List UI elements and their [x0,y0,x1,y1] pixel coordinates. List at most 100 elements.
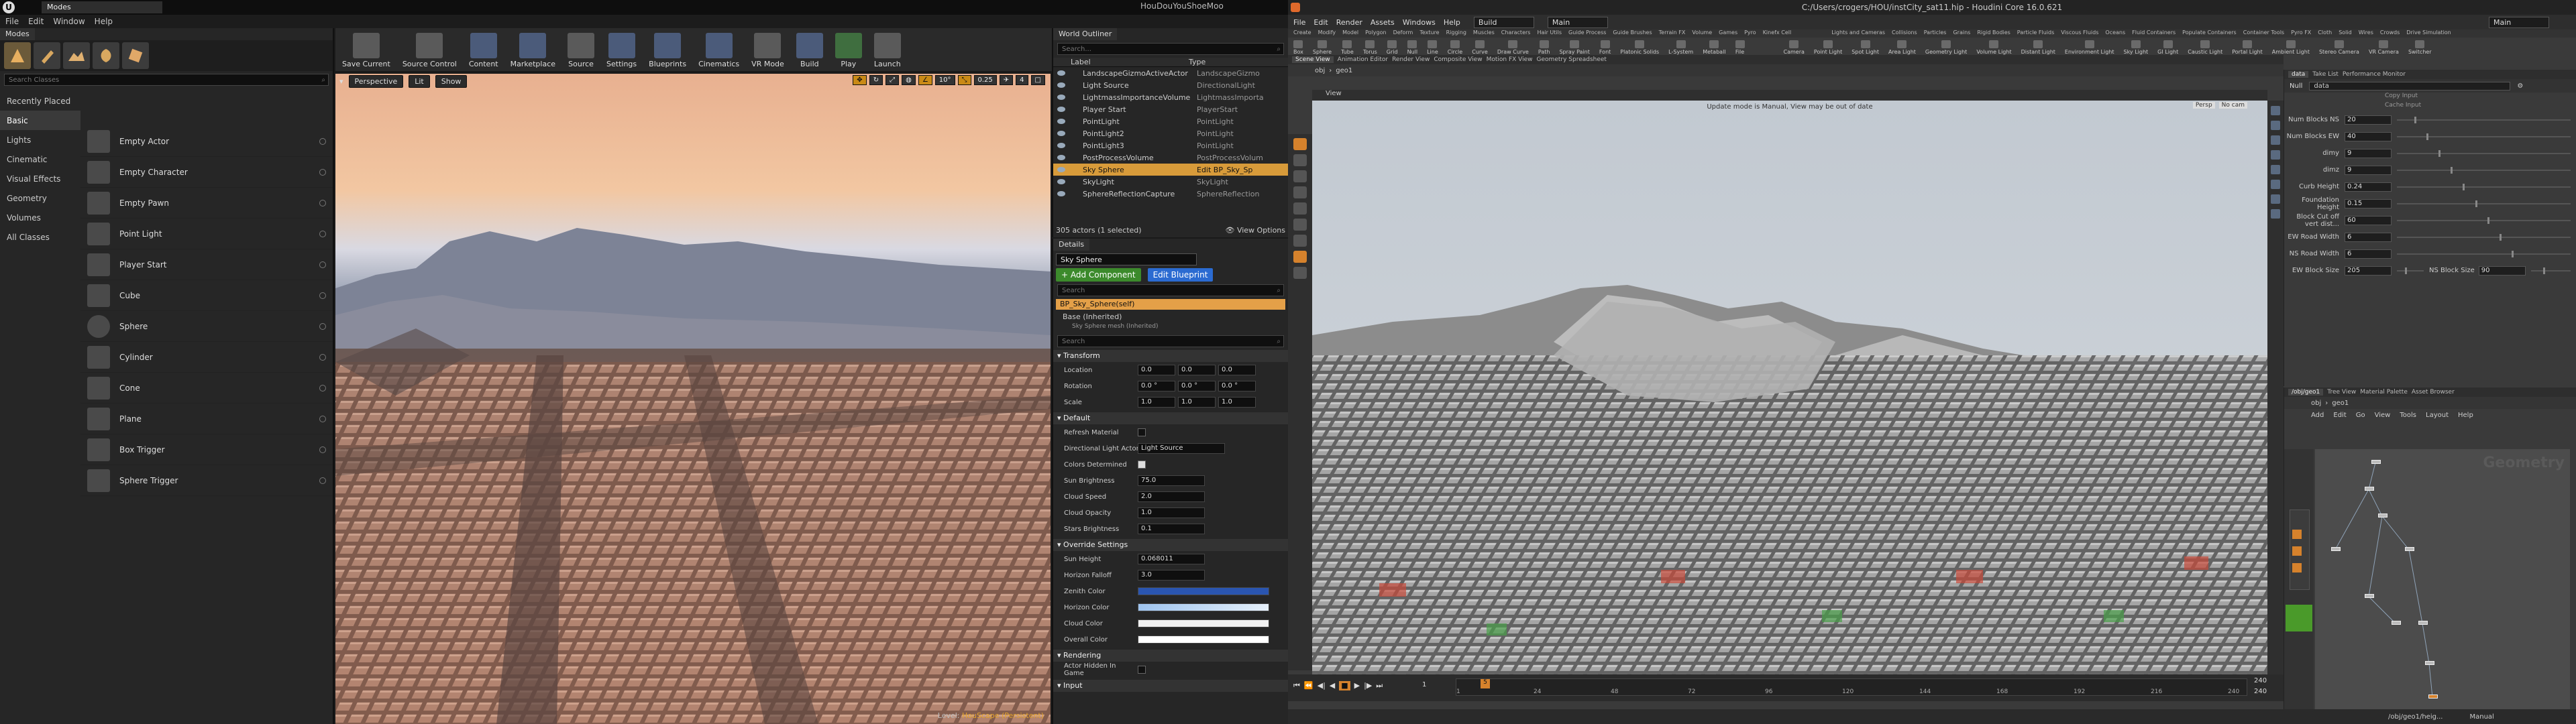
network-node[interactable] [2331,547,2341,551]
launch-button[interactable]: Launch [873,33,901,68]
outliner-search-input[interactable]: Search... ⌕ [1057,43,1284,55]
ns-block-slider[interactable] [2530,267,2571,274]
place-empty-actor[interactable]: Empty Actor [80,126,333,157]
light-tool[interactable]: Point Light [1814,40,1842,55]
section-input[interactable]: ▾ Input [1053,680,1288,692]
shelf-tool[interactable]: Path [1538,40,1550,55]
place-box-trigger[interactable]: Box Trigger [80,434,333,465]
category-recently-placed[interactable]: Recently Placed [0,91,80,111]
param-value-field[interactable]: 0.24 [2345,182,2392,192]
shelf-tool[interactable]: Font [1599,40,1611,55]
ew-block-slider[interactable] [2397,267,2424,274]
visibility-eye-icon[interactable] [1057,131,1065,136]
network-node[interactable] [2292,563,2302,572]
network-node[interactable] [2392,621,2401,625]
net-menu-edit[interactable]: Edit [2333,412,2346,419]
view-tool-icon[interactable] [1293,235,1307,247]
place-empty-character[interactable]: Empty Character [80,157,333,188]
ue-menu-help[interactable]: Help [95,17,113,26]
param-slider[interactable] [2397,183,2571,190]
net-tab-geo[interactable]: /obj/geo1 [2288,389,2324,396]
param-node-name[interactable]: data [2309,81,2511,90]
shelf-tool[interactable]: Box [1293,40,1303,55]
network-node[interactable] [2292,546,2302,556]
paint-mode-icon[interactable] [34,42,60,69]
details-search-input[interactable]: Search ⌕ [1057,335,1284,347]
geometry-mode-icon[interactable] [122,42,149,69]
shelf-tab[interactable]: Deform [1393,29,1413,38]
angle-snap-icon[interactable]: ∠ [918,75,932,85]
place-empty-pawn[interactable]: Empty Pawn [80,188,333,219]
normals-icon[interactable] [2271,180,2280,189]
shelf-tool[interactable]: L-System [1668,40,1693,55]
class-search-input[interactable]: Search Classes ⌕ [4,74,329,86]
network-node[interactable] [2292,530,2302,539]
net-menu-help[interactable]: Help [2458,412,2473,419]
display-options-icon[interactable] [2271,106,2280,115]
marketplace-button[interactable]: Marketplace [511,33,555,68]
refresh-material-checkbox[interactable] [1138,428,1146,436]
lights-shelf-tab[interactable]: Oceans [2105,29,2125,38]
maximize-icon[interactable]: □ [1030,75,1045,85]
ghost-icon[interactable] [2271,165,2280,174]
col-label[interactable]: Label [1071,58,1189,66]
shelf-tab[interactable]: Guide Process [1568,29,1606,38]
cloud-color-swatch[interactable] [1138,619,1269,627]
place-plane[interactable]: Plane [80,404,333,434]
params-tab-perf[interactable]: Performance Monitor [2343,71,2406,78]
perspective-button[interactable]: Perspective [348,74,404,88]
hou-menu-windows[interactable]: Windows [1403,18,1436,27]
hou-menu-assets[interactable]: Assets [1371,18,1395,27]
viewport-pane-tab[interactable]: Composite View [1434,56,1482,63]
param-value-field[interactable]: 9 [2345,148,2392,158]
lights-shelf-tab[interactable]: Wires [2359,29,2373,38]
place-player-start[interactable]: Player Start [80,249,333,280]
place-cube[interactable]: Cube [80,280,333,311]
wireframe-icon[interactable] [2271,121,2280,130]
colors-determined-checkbox[interactable] [1138,461,1146,469]
visibility-eye-icon[interactable] [1057,143,1065,148]
network-node[interactable] [2405,547,2414,551]
modes-tab[interactable]: Modes [0,28,35,40]
scale-tool-icon[interactable] [1293,186,1307,198]
step-back-icon[interactable]: ◀| [1318,681,1326,690]
points-icon[interactable] [2271,194,2280,204]
light-tool[interactable]: Stereo Camera [2319,40,2359,55]
scale-y[interactable]: 1.0 [1178,397,1216,408]
status-node-path[interactable]: /obj/geo1/heig... [2388,713,2443,721]
section-override[interactable]: ▾ Override Settings [1053,539,1288,551]
frame-end[interactable]: 240 [2254,677,2267,684]
gear-icon[interactable]: ⚙ [2517,82,2523,90]
cache-input-option[interactable]: Cache Input [2284,102,2576,111]
light-tool[interactable]: Camera [1784,40,1805,55]
shelf-tool[interactable]: Line [1427,40,1438,55]
outliner-row[interactable]: Sky Sphere Edit BP_Sky_Sp [1053,164,1288,176]
view-options-button[interactable]: 👁 View Options [1225,226,1285,235]
lights-shelf-tab[interactable]: Grains [1953,29,1970,38]
lights-shelf-tab[interactable]: Container Tools [2243,29,2284,38]
shelf-tool[interactable]: Grid [1387,40,1398,55]
lights-shelf-tab[interactable]: Populate Containers [2182,29,2237,38]
param-value-field[interactable]: 6 [2345,249,2392,259]
persp-menu[interactable]: Persp [2192,102,2215,109]
shelf-tab[interactable]: Texture [1419,29,1439,38]
outliner-row[interactable]: PointLight2 PointLight [1053,127,1288,139]
network-canvas[interactable]: Geometry [2315,449,2570,724]
scale-z[interactable]: 1.0 [1218,397,1256,408]
place-point-light[interactable]: Point Light [80,219,333,249]
network-node[interactable] [2365,487,2374,491]
net-tab-tree[interactable]: Tree View [2327,389,2356,396]
section-transform[interactable]: ▾ Transform [1053,350,1288,362]
horizon-falloff-field[interactable]: 3.0 [1138,570,1205,581]
lights-shelf-tab[interactable]: Particles [1924,29,1947,38]
component-base[interactable]: Base (Inherited) [1053,312,1288,323]
rotation-y[interactable]: 0.0 ° [1178,381,1216,391]
camera-speed-value[interactable]: 4 [1016,75,1028,85]
handle-tool-icon[interactable] [1293,202,1307,215]
shelf-tool[interactable]: File [1735,40,1745,55]
desktop-dropdown[interactable]: Build [1473,16,1534,28]
actor-hidden-checkbox[interactable] [1138,666,1146,674]
zenith-color-swatch[interactable] [1138,587,1269,595]
network-node[interactable] [2371,460,2381,464]
shelf-tab[interactable]: Model [1342,29,1358,38]
